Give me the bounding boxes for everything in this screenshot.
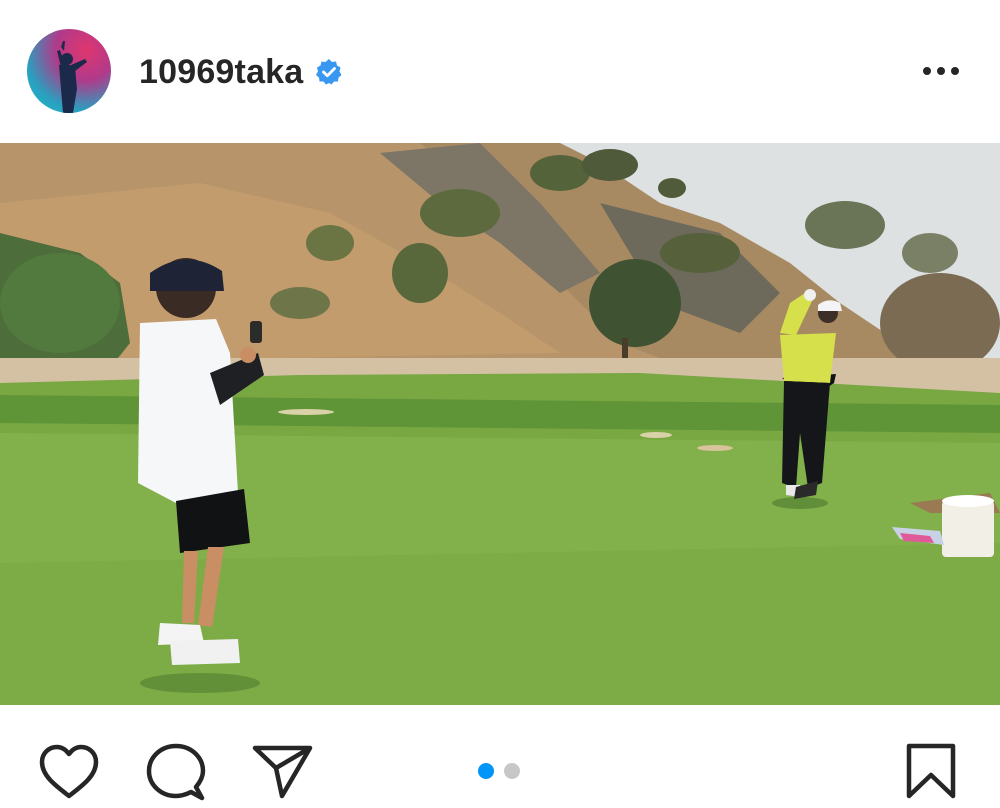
- avatar[interactable]: [27, 29, 111, 113]
- more-dot: [937, 67, 945, 75]
- more-dot: [923, 67, 931, 75]
- username[interactable]: 10969taka: [139, 53, 303, 92]
- username-row: 10969taka: [139, 52, 343, 92]
- carousel-indicator: [478, 763, 520, 779]
- verified-badge-icon: [316, 59, 342, 85]
- bookmark-icon[interactable]: [906, 743, 956, 799]
- post-photo[interactable]: [0, 143, 1000, 705]
- carousel-dot[interactable]: [504, 763, 520, 779]
- more-dot: [951, 67, 959, 75]
- post-header: 10969taka: [0, 0, 1000, 143]
- send-icon[interactable]: [252, 744, 314, 800]
- comment-icon[interactable]: [146, 742, 206, 802]
- heart-icon[interactable]: [38, 744, 100, 800]
- avatar-golfer-icon: [57, 41, 87, 113]
- carousel-dot-active[interactable]: [478, 763, 494, 779]
- golf-course-photo: [0, 143, 1000, 705]
- more-options-button[interactable]: [916, 56, 966, 86]
